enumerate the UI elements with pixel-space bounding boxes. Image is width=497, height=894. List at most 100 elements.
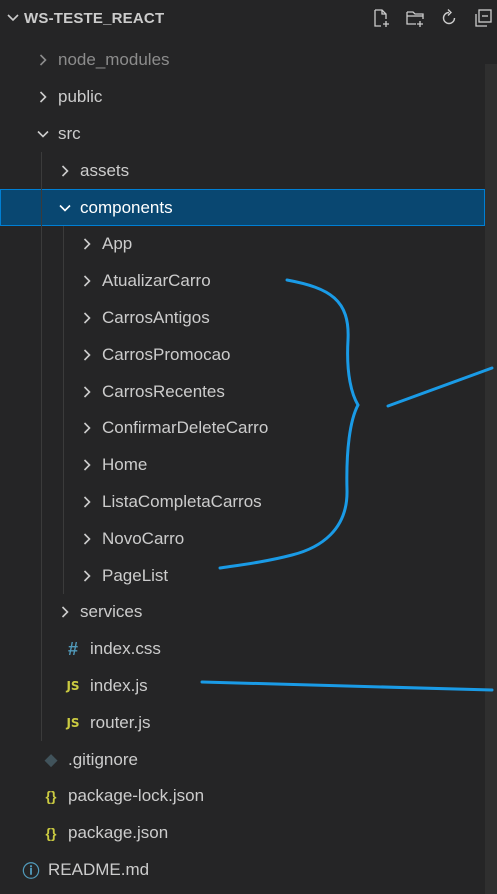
chevron-right-icon[interactable] [76, 344, 98, 366]
indent-guide [41, 189, 42, 226]
json-file-icon: {} [45, 788, 57, 805]
file-tree: node_modulespublic src assets components App… [0, 42, 485, 888]
chevron-right-icon[interactable] [76, 528, 98, 550]
tree-item-label: App [102, 234, 133, 254]
file-item-index-js[interactable]: JS index.js [0, 667, 485, 705]
tree-item-label: public [58, 87, 103, 107]
indent-guide [41, 446, 42, 484]
folder-item-carrosantigos[interactable]: CarrosAntigos [0, 299, 485, 337]
folder-item-pagelist[interactable]: PageList [0, 557, 485, 594]
indent-guide [41, 152, 42, 190]
scrollbar[interactable] [485, 64, 497, 894]
file-explorer: WS-TESTE_REACT node_modules public src a… [0, 0, 497, 894]
chevron-right-icon[interactable] [54, 601, 76, 623]
chevron-right-icon[interactable] [76, 270, 98, 292]
css-file-icon: # [67, 638, 78, 659]
chevron-right-icon[interactable] [32, 86, 54, 108]
tree-item-label: assets [80, 160, 130, 180]
folder-item-assets[interactable]: assets [0, 152, 485, 190]
indent-guide [41, 557, 42, 594]
tree-item-label: node_modules [58, 50, 170, 70]
folder-item-carrosrecentes[interactable]: CarrosRecentes [0, 373, 485, 410]
tree-item-label: AtualizarCarro [102, 271, 211, 291]
js-file-icon: JS [66, 715, 80, 730]
tree-item-label: index.js [90, 675, 148, 695]
indent-guide [41, 225, 42, 263]
chevron-right-icon[interactable] [54, 160, 76, 182]
file-item-router-js[interactable]: JS router.js [0, 704, 485, 742]
folder-item-src[interactable]: src [0, 116, 485, 153]
indent-guide [63, 225, 64, 263]
tree-item-label: CarrosPromocao [102, 344, 231, 364]
tree-item-label: package-lock.json [68, 786, 205, 806]
chevron-right-icon[interactable] [76, 307, 98, 329]
chevron-right-icon[interactable] [76, 565, 98, 587]
file-item-index-css[interactable]: # index.css [0, 630, 485, 668]
file-item-package-lock-json[interactable]: {} package-lock.json [0, 778, 485, 815]
indent-guide [41, 373, 42, 410]
indent-guide [41, 336, 42, 374]
indent-guide [41, 299, 42, 337]
tree-item-label: index.css [90, 639, 161, 659]
chevron-down-icon[interactable] [4, 11, 22, 25]
indent-guide [41, 262, 42, 300]
explorer-header[interactable]: WS-TESTE_REACT [0, 0, 497, 36]
folder-item-atualizarcarro[interactable]: AtualizarCarro [0, 262, 485, 300]
tree-item-label: components [80, 197, 173, 217]
indent-guide [41, 520, 42, 558]
collapse-all-icon[interactable] [471, 6, 495, 30]
folder-item-home[interactable]: Home [0, 446, 485, 484]
file-item-readme-md[interactable]: ⓘ README.md [0, 852, 485, 889]
folder-item-components[interactable]: components [0, 189, 485, 226]
indent-guide [41, 704, 42, 742]
indent-guide [41, 667, 42, 705]
file-item-package-json[interactable]: {} package.json [0, 815, 485, 852]
json-file-icon: {} [45, 825, 57, 842]
git-file-icon: ◆ [44, 749, 58, 769]
tree-item-label: NovoCarro [102, 528, 185, 548]
indent-guide [63, 299, 64, 337]
indent-guide [41, 593, 42, 631]
tree-item-label: Home [102, 455, 148, 475]
folder-item-novocarro[interactable]: NovoCarro [0, 520, 485, 558]
indent-guide [41, 630, 42, 668]
chevron-right-icon[interactable] [76, 233, 98, 255]
indent-guide [63, 336, 64, 374]
file-item-gitignore[interactable]: ◆ .gitignore [0, 741, 485, 778]
indent-guide [63, 373, 64, 410]
indent-guide [63, 483, 64, 521]
tree-item-label: src [58, 123, 81, 143]
chevron-right-icon[interactable] [32, 49, 54, 71]
tree-item-label: CarrosAntigos [102, 307, 210, 327]
indent-guide [63, 557, 64, 594]
folder-item-confirmardeletecarro[interactable]: ConfirmarDeleteCarro [0, 409, 485, 447]
folder-item-app[interactable]: App [0, 225, 485, 263]
indent-guide [63, 446, 64, 484]
indent-guide [63, 262, 64, 300]
chevron-right-icon[interactable] [76, 381, 98, 403]
js-file-icon: JS [66, 678, 80, 693]
tree-item-label: ConfirmarDeleteCarro [102, 418, 269, 438]
workspace-title: WS-TESTE_REACT [24, 9, 165, 27]
chevron-down-icon[interactable] [54, 197, 76, 219]
new-file-icon[interactable] [369, 6, 393, 30]
folder-item-public[interactable]: public [0, 79, 485, 116]
chevron-down-icon[interactable] [32, 123, 54, 145]
indent-guide [63, 409, 64, 447]
tree-item-label: package.json [68, 823, 169, 843]
chevron-right-icon[interactable] [76, 491, 98, 513]
info-file-icon: ⓘ [22, 862, 40, 882]
folder-item-services[interactable]: services [0, 593, 485, 631]
indent-guide [41, 483, 42, 521]
tree-item-label: ListaCompletaCarros [102, 491, 262, 511]
tree-item-label: PageList [102, 565, 169, 585]
folder-item-node-modules[interactable]: node_modules [0, 42, 485, 79]
tree-item-label: README.md [48, 859, 150, 879]
chevron-right-icon[interactable] [76, 454, 98, 476]
refresh-icon[interactable] [437, 6, 461, 30]
indent-guide [41, 409, 42, 447]
folder-item-carrospromocao[interactable]: CarrosPromocao [0, 336, 485, 374]
new-folder-icon[interactable] [403, 6, 427, 30]
chevron-right-icon[interactable] [76, 417, 98, 439]
folder-item-listacompletacarros[interactable]: ListaCompletaCarros [0, 483, 485, 521]
